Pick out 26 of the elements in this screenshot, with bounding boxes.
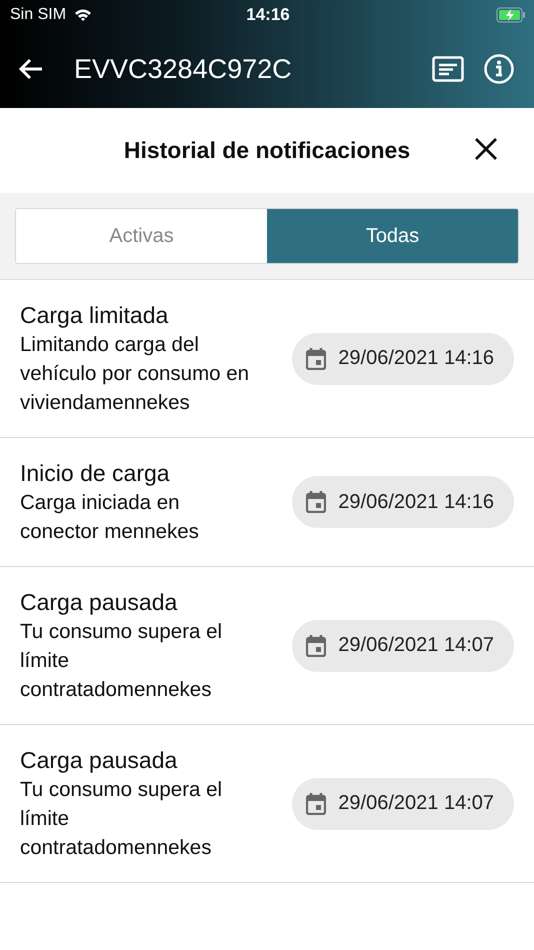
notification-title: Inicio de carga: [20, 459, 171, 488]
notification-title: Carga limitada: [20, 301, 170, 330]
date-chip: 29/06/2021 14:07: [292, 778, 514, 830]
calendar-icon: [306, 348, 326, 370]
back-arrow-icon[interactable]: [18, 58, 44, 80]
wifi-icon: [74, 8, 92, 22]
calendar-icon: [306, 792, 326, 814]
notification-title: Carga pausada: [20, 588, 178, 617]
notification-title: Carga pausada: [20, 746, 178, 775]
notification-message: Carga iniciada en conector mennekes: [20, 490, 200, 545]
calendar-icon: [306, 634, 326, 656]
date-chip: 29/06/2021 14:07: [292, 620, 514, 672]
notification-message: Tu consumo supera el límite contratadomennekes: [20, 777, 224, 861]
date-chip: 29/06/2021 14:16: [292, 332, 514, 384]
notification-message: Limitando carga del vehículo por consumo en viviendamennekes: [20, 332, 250, 416]
battery-icon: [496, 7, 526, 23]
calendar-icon: [306, 491, 326, 513]
info-icon[interactable]: [484, 54, 514, 84]
date-chip: 29/06/2021 14:16: [292, 476, 514, 528]
carrier-label: Sin SIM: [10, 6, 66, 24]
sheet-title: Historial de notificaciones: [124, 137, 410, 164]
notification-message: Tu consumo supera el límite contratadomennekes: [20, 619, 224, 703]
notes-icon[interactable]: [432, 56, 464, 82]
clock-time: 14:16: [245, 5, 291, 25]
filter-tab[interactable]: Todas: [267, 209, 518, 263]
device-title: EVVC3284C972C: [74, 54, 293, 84]
